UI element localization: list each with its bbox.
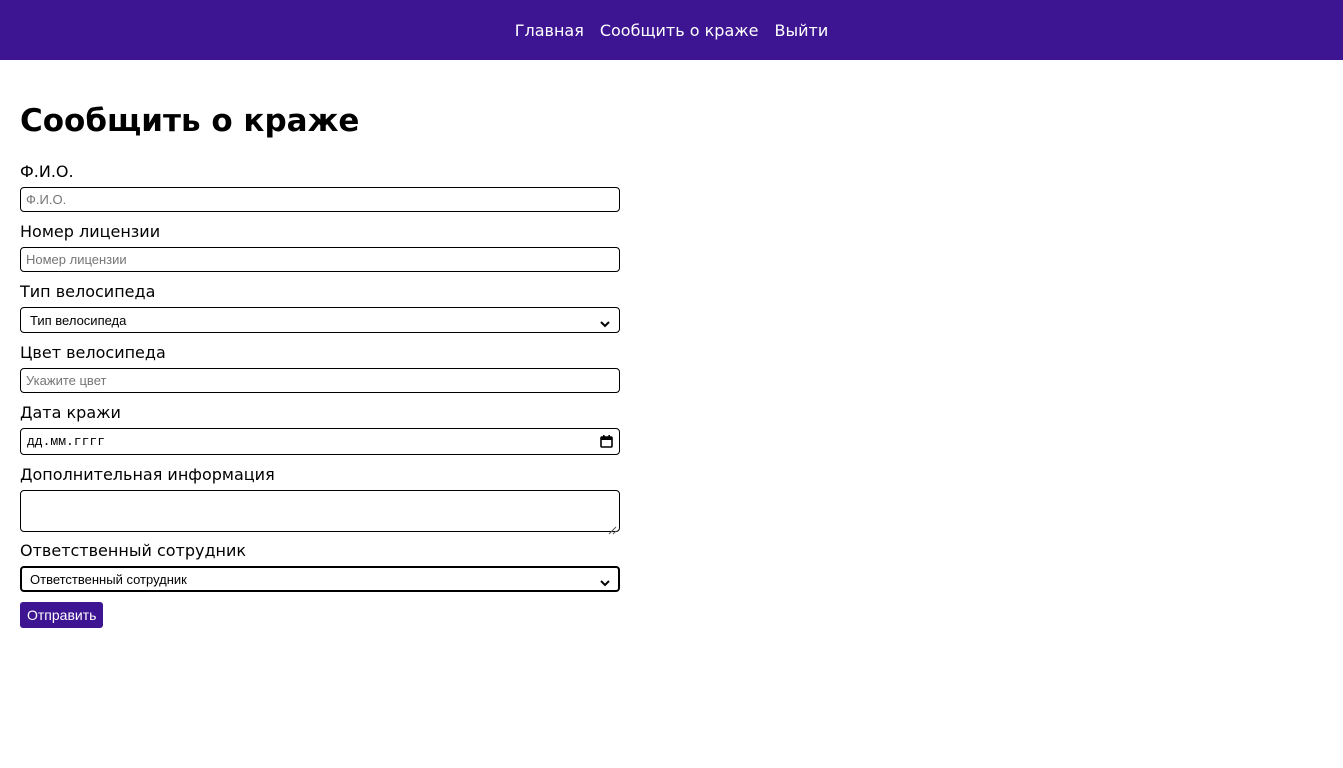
extra-info-group: Дополнительная информация [20, 465, 620, 535]
submit-button[interactable]: Отправить [20, 602, 104, 628]
officer-select[interactable]: Ответственный сотрудник [20, 566, 620, 592]
nav-link-home[interactable]: Главная [515, 21, 584, 40]
full-name-label: Ф.И.О. [20, 162, 74, 181]
theft-date-input[interactable]: дд.мм.гггг [20, 428, 620, 455]
theft-date-label: Дата кражи [20, 403, 121, 422]
extra-info-label: Дополнительная информация [20, 465, 275, 484]
top-navbar: Главная Сообщить о краже Выйти [0, 0, 1343, 60]
calendar-icon[interactable] [600, 435, 613, 448]
resize-handle-icon[interactable] [608, 520, 617, 535]
officer-group: Ответственный сотрудник Ответственный со… [20, 541, 620, 592]
bike-type-select[interactable]: Тип велосипеда [20, 307, 620, 333]
bike-color-group: Цвет велосипеда [20, 343, 620, 393]
license-group: Номер лицензии [20, 222, 620, 272]
officer-label: Ответственный сотрудник [20, 541, 247, 560]
bike-color-label: Цвет велосипеда [20, 343, 166, 362]
full-name-input[interactable] [20, 187, 620, 212]
theft-date-group: Дата кражи дд.мм.гггг [20, 403, 620, 455]
license-label: Номер лицензии [20, 222, 161, 241]
page-title: Сообщить о краже [20, 103, 360, 139]
chevron-down-icon [600, 575, 610, 587]
nav-link-logout[interactable]: Выйти [775, 21, 829, 40]
officer-selected-value: Ответственный сотрудник [30, 571, 187, 587]
bike-color-input[interactable] [20, 368, 620, 393]
extra-info-textarea[interactable] [20, 490, 620, 535]
bike-type-group: Тип велосипеда Тип велосипеда [20, 282, 620, 333]
full-name-group: Ф.И.О. [20, 162, 620, 212]
bike-type-selected-value: Тип велосипеда [30, 312, 127, 328]
license-input[interactable] [20, 247, 620, 272]
nav-link-report-theft[interactable]: Сообщить о краже [600, 21, 759, 40]
theft-date-value: дд.мм.гггг [27, 434, 106, 449]
bike-type-label: Тип велосипеда [20, 282, 156, 301]
chevron-down-icon [600, 316, 610, 328]
